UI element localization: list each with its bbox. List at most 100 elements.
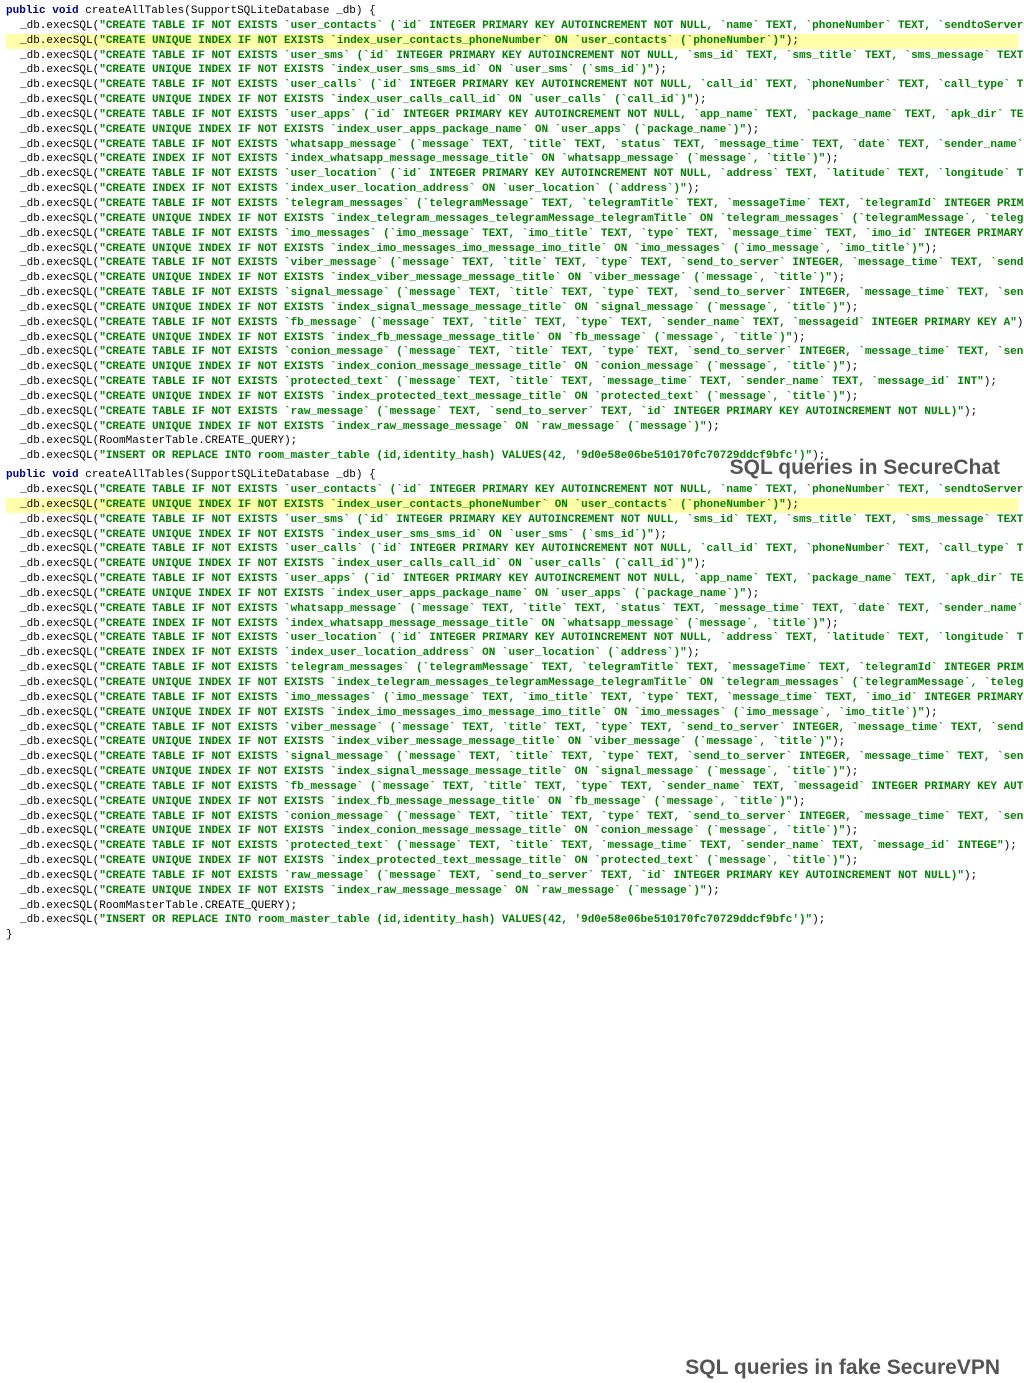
db-call-suffix: );: [825, 153, 838, 165]
sql-string: CREATE TABLE IF NOT EXISTS `conion_messa…: [106, 346, 1024, 358]
sql-line: _db.execSQL("CREATE UNIQUE INDEX IF NOT …: [6, 93, 1018, 108]
db-call-prefix: _db.execSQL(: [20, 361, 99, 373]
sql-string: CREATE TABLE IF NOT EXISTS `signal_messa…: [106, 751, 1024, 763]
sql-string: CREATE UNIQUE INDEX IF NOT EXISTS `index…: [106, 421, 700, 433]
sql-line: _db.execSQL("CREATE TABLE IF NOT EXISTS …: [6, 256, 1018, 271]
sql-line: _db.execSQL("CREATE UNIQUE INDEX IF NOT …: [6, 824, 1018, 839]
db-call-prefix: _db.execSQL(: [20, 272, 99, 284]
db-call-suffix: );: [845, 766, 858, 778]
db-call-prefix: _db.execSQL(: [20, 662, 99, 674]
sql-string: CREATE TABLE IF NOT EXISTS `user_calls` …: [106, 543, 1024, 555]
sql-string: CREATE TABLE IF NOT EXISTS `conion_messa…: [106, 811, 1024, 823]
db-call-prefix: _db.execSQL(: [20, 35, 99, 47]
db-call-prefix: _db.execSQL(: [20, 825, 99, 837]
sql-string: CREATE INDEX IF NOT EXISTS `index_user_l…: [106, 647, 680, 659]
sql-line: _db.execSQL("CREATE INDEX IF NOT EXISTS …: [6, 152, 1018, 167]
db-call-prefix: _db.execSQL(: [20, 450, 99, 462]
sql-line: _db.execSQL("CREATE TABLE IF NOT EXISTS …: [6, 227, 1018, 242]
sql-string: CREATE TABLE IF NOT EXISTS `fb_message` …: [106, 317, 1010, 329]
sql-line: _db.execSQL("CREATE TABLE IF NOT EXISTS …: [6, 78, 1018, 93]
db-call-suffix: );: [687, 647, 700, 659]
db-call-prefix: _db.execSQL(: [20, 840, 99, 852]
sql-string: CREATE TABLE IF NOT EXISTS `user_locatio…: [106, 632, 1024, 644]
sql-string: CREATE TABLE IF NOT EXISTS `protected_te…: [106, 840, 997, 852]
sql-line: _db.execSQL("CREATE TABLE IF NOT EXISTS …: [6, 138, 1018, 153]
sql-string: CREATE UNIQUE INDEX IF NOT EXISTS `index…: [106, 766, 839, 778]
db-call-suffix: );: [687, 183, 700, 195]
db-call-prefix: _db.execSQL(: [20, 692, 99, 704]
room-query: RoomMasterTable.CREATE_QUERY: [99, 435, 284, 447]
sql-line: _db.execSQL("CREATE UNIQUE INDEX IF NOT …: [6, 587, 1018, 602]
db-call-suffix: );: [845, 825, 858, 837]
closing-brace: }: [6, 928, 1018, 943]
sql-line: _db.execSQL("CREATE UNIQUE INDEX IF NOT …: [6, 34, 1018, 49]
sql-string: CREATE TABLE IF NOT EXISTS `raw_message`…: [106, 870, 958, 882]
db-call-prefix: _db.execSQL(: [20, 20, 99, 32]
sql-line: _db.execSQL("CREATE TABLE IF NOT EXISTS …: [6, 405, 1018, 420]
db-call-prefix: _db.execSQL(: [20, 79, 99, 91]
sql-line: _db.execSQL("CREATE UNIQUE INDEX IF NOT …: [6, 676, 1018, 691]
sql-string: CREATE TABLE IF NOT EXISTS `whatsapp_mes…: [106, 603, 1024, 615]
sql-string: CREATE UNIQUE INDEX IF NOT EXISTS `index…: [106, 94, 687, 106]
db-call-prefix: _db.execSQL(: [20, 603, 99, 615]
sql-string: CREATE UNIQUE INDEX IF NOT EXISTS `index…: [106, 855, 839, 867]
db-call-prefix: _db.execSQL(: [20, 677, 99, 689]
sql-string: CREATE TABLE IF NOT EXISTS `user_contact…: [106, 484, 1024, 496]
sql-line: _db.execSQL("CREATE TABLE IF NOT EXISTS …: [6, 316, 1018, 331]
sql-string: CREATE TABLE IF NOT EXISTS `telegram_mes…: [106, 198, 1024, 210]
param-type: SupportSQLiteDatabase: [191, 5, 330, 17]
db-call-prefix: _db.execSQL(: [20, 855, 99, 867]
db-call-prefix: _db.execSQL(: [20, 796, 99, 808]
sql-string: CREATE TABLE IF NOT EXISTS `user_sms` (`…: [106, 50, 1024, 62]
sql-line: _db.execSQL("CREATE TABLE IF NOT EXISTS …: [6, 572, 1018, 587]
sql-line: _db.execSQL("CREATE UNIQUE INDEX IF NOT …: [6, 331, 1018, 346]
db-call-prefix: _db.execSQL(: [20, 647, 99, 659]
db-call-prefix: _db.execSQL(: [20, 722, 99, 734]
sql-line: _db.execSQL("CREATE TABLE IF NOT EXISTS …: [6, 286, 1018, 301]
sql-line: _db.execSQL("CREATE UNIQUE INDEX IF NOT …: [6, 795, 1018, 810]
db-call-prefix: _db.execSQL(: [20, 588, 99, 600]
db-call-suffix: );: [964, 406, 977, 418]
db-call-prefix: _db.execSQL(: [20, 514, 99, 526]
sql-line: _db.execSQL("CREATE UNIQUE INDEX IF NOT …: [6, 63, 1018, 78]
sql-line: _db.execSQL("CREATE TABLE IF NOT EXISTS …: [6, 721, 1018, 736]
db-call-prefix: _db.execSQL(: [20, 573, 99, 585]
sql-string: CREATE UNIQUE INDEX IF NOT EXISTS `index…: [106, 35, 779, 47]
sql-line: _db.execSQL("CREATE UNIQUE INDEX IF NOT …: [6, 706, 1018, 721]
sql-line: _db.execSQL("CREATE TABLE IF NOT EXISTS …: [6, 375, 1018, 390]
sql-string: CREATE TABLE IF NOT EXISTS `fb_message` …: [106, 781, 1024, 793]
db-call-prefix: _db.execSQL(: [20, 183, 99, 195]
room-master-create-2: _db.execSQL(RoomMasterTable.CREATE_QUERY…: [6, 899, 1018, 914]
db-call-suffix: );: [832, 272, 845, 284]
kw-void: void: [52, 5, 78, 17]
db-call-suffix: );: [693, 94, 706, 106]
insert-line-2: _db.execSQL("INSERT OR REPLACE INTO room…: [6, 913, 1018, 928]
code-block-securechat: public void createAllTables(SupportSQLit…: [6, 4, 1018, 464]
db-call-prefix: _db.execSQL(: [20, 287, 99, 299]
sql-line: _db.execSQL("CREATE INDEX IF NOT EXISTS …: [6, 617, 1018, 632]
sql-string: CREATE UNIQUE INDEX IF NOT EXISTS `index…: [106, 825, 839, 837]
sql-string: CREATE INDEX IF NOT EXISTS `index_whatsa…: [106, 618, 819, 630]
sql-string: CREATE TABLE IF NOT EXISTS `protected_te…: [106, 376, 977, 388]
db-call-prefix: _db.execSQL(: [20, 94, 99, 106]
db-call-prefix: _db.execSQL(: [20, 317, 99, 329]
sql-line: _db.execSQL("CREATE UNIQUE INDEX IF NOT …: [6, 420, 1018, 435]
sql-string: CREATE TABLE IF NOT EXISTS `viber_messag…: [106, 722, 1024, 734]
db-call-prefix: _db.execSQL(: [20, 632, 99, 644]
sql-line: _db.execSQL("CREATE INDEX IF NOT EXISTS …: [6, 182, 1018, 197]
room-master-create: _db.execSQL(RoomMasterTable.CREATE_QUERY…: [6, 434, 1018, 449]
db-call-prefix: _db.execSQL(: [20, 64, 99, 76]
db-call-prefix: _db.execSQL(: [20, 332, 99, 344]
db-call-suffix: );: [924, 243, 937, 255]
sql-string: CREATE TABLE IF NOT EXISTS `user_calls` …: [106, 79, 1024, 91]
db-call-prefix: _db.execSQL(: [20, 376, 99, 388]
db-call-prefix: _db.execSQL(: [20, 302, 99, 314]
sql-line: _db.execSQL("CREATE UNIQUE INDEX IF NOT …: [6, 123, 1018, 138]
caption-securevpn: SQL queries in fake SecureVPN: [685, 1354, 1000, 1382]
db-call-suffix: );: [654, 529, 667, 541]
sql-line: _db.execSQL("CREATE TABLE IF NOT EXISTS …: [6, 750, 1018, 765]
sql-string: CREATE UNIQUE INDEX IF NOT EXISTS `index…: [106, 677, 1024, 689]
sql-string: CREATE UNIQUE INDEX IF NOT EXISTS `index…: [106, 588, 740, 600]
sql-line: _db.execSQL("CREATE TABLE IF NOT EXISTS …: [6, 513, 1018, 528]
sql-string: CREATE UNIQUE INDEX IF NOT EXISTS `index…: [106, 302, 839, 314]
